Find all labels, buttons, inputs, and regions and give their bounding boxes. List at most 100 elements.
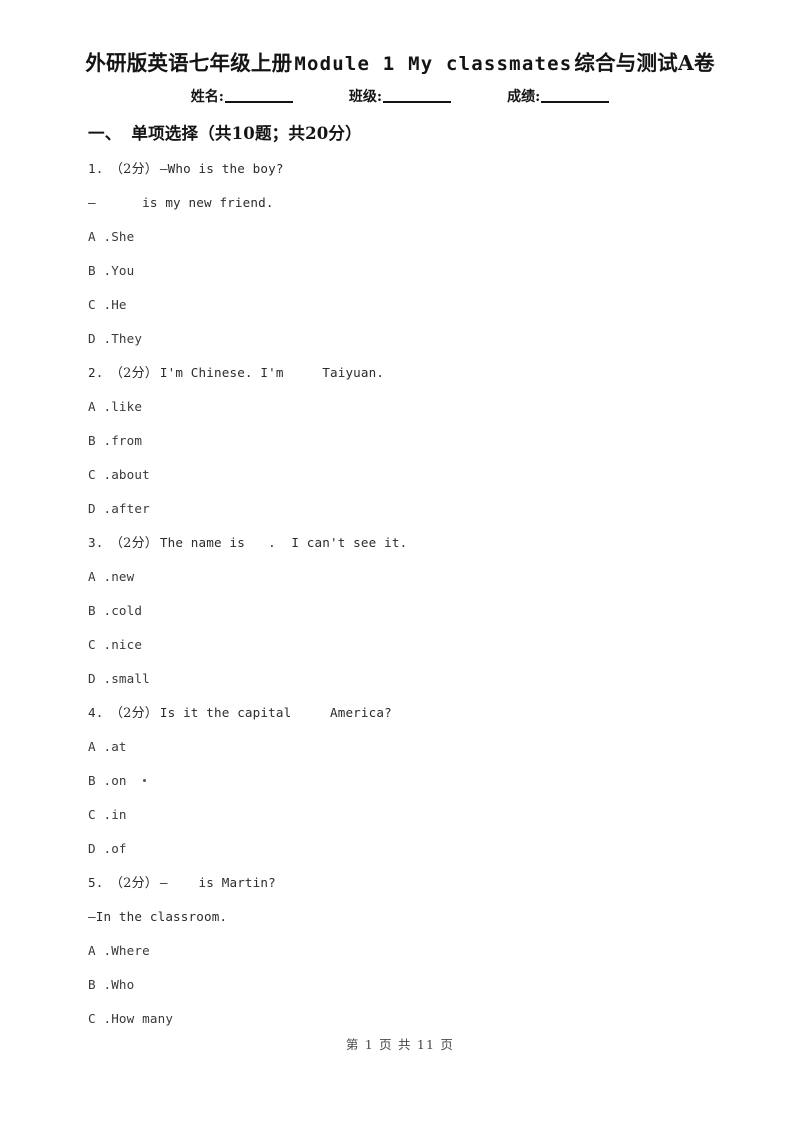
option-label: nice	[111, 637, 143, 652]
question-number: 5.	[88, 875, 104, 890]
score-label: 成绩:	[507, 89, 541, 105]
option-label: He	[111, 297, 127, 312]
scan-artifact-dot	[142, 779, 146, 782]
questions-container: 1. （2分） —Who is the boy? — is my new frien…	[88, 152, 748, 1036]
option-c[interactable]: C .How many	[88, 1002, 748, 1036]
option-label: How many	[111, 1011, 174, 1026]
section-number: 一、	[88, 124, 122, 143]
option-a[interactable]: A .at	[88, 730, 748, 764]
section-heading: 一、 单项选择（共10题；共20分）	[88, 120, 362, 144]
section-title: 单项选择（共10题；共20分）	[131, 124, 362, 143]
option-label: on	[111, 773, 127, 788]
option-label: Where	[111, 943, 150, 958]
option-key: A .	[88, 943, 112, 958]
option-a[interactable]: A .She	[88, 220, 748, 254]
title-en: Module 1 My classmates	[294, 53, 573, 75]
option-key: C .	[88, 297, 112, 312]
option-key: B .	[88, 977, 112, 992]
option-label: She	[111, 229, 135, 244]
option-key: A .	[88, 569, 112, 584]
option-key: B .	[88, 773, 112, 788]
exam-page: 外研版英语七年级上册 Module 1 My classmates综合与测试A卷 …	[0, 0, 800, 1132]
option-key: A .	[88, 399, 112, 414]
option-a[interactable]: A .new	[88, 560, 748, 594]
question-text: I'm Chinese. I'm Taiyuan.	[159, 365, 385, 380]
option-c[interactable]: C .He	[88, 288, 748, 322]
option-key: D .	[88, 501, 112, 516]
option-label: from	[111, 433, 143, 448]
option-a[interactable]: A .like	[88, 390, 748, 424]
option-key: C .	[88, 467, 112, 482]
question-marks: （2分）	[110, 536, 158, 551]
option-label: cold	[111, 603, 143, 618]
option-label: at	[111, 739, 127, 754]
student-info-line: 姓名: 班级: 成绩:	[0, 86, 800, 106]
option-key: C .	[88, 637, 112, 652]
option-label: You	[111, 263, 135, 278]
page-title: 外研版英语七年级上册 Module 1 My classmates综合与测试A卷	[0, 46, 800, 76]
question-number: 3.	[88, 535, 104, 550]
question-text: — is Martin?	[159, 875, 276, 890]
option-d[interactable]: D .small	[88, 662, 748, 696]
question-text: The name is . I can't see it.	[159, 535, 408, 550]
option-key: C .	[88, 1011, 112, 1026]
question-marks: （2分）	[110, 876, 158, 891]
question-stem: 2. （2分） I'm Chinese. I'm Taiyuan.	[88, 356, 748, 390]
question-marks: （2分）	[110, 162, 158, 177]
option-label: small	[111, 671, 150, 686]
title-cn-prefix: 外研版英语七年级上册	[85, 51, 293, 75]
question-text: —Who is the boy?	[159, 161, 284, 176]
option-label: new	[111, 569, 135, 584]
option-key: D .	[88, 841, 112, 856]
question-stem: 4. （2分） Is it the capital America?	[88, 696, 748, 730]
option-d[interactable]: D .They	[88, 322, 748, 356]
page-footer: 第 1 页 共 11 页	[345, 1037, 455, 1052]
option-c[interactable]: C .in	[88, 798, 748, 832]
question-number: 4.	[88, 705, 104, 720]
question-marks: （2分）	[110, 366, 158, 381]
name-field: 姓名:	[191, 86, 293, 106]
option-key: B .	[88, 263, 112, 278]
option-key: B .	[88, 603, 112, 618]
class-label: 班级:	[348, 89, 383, 105]
option-label: about	[111, 467, 150, 482]
option-d[interactable]: D .of	[88, 832, 748, 866]
option-label: like	[111, 399, 143, 414]
option-key: D .	[88, 671, 112, 686]
question-number: 2.	[88, 365, 104, 380]
option-label: in	[111, 807, 127, 822]
class-field: 班级:	[348, 86, 452, 106]
score-field: 成绩:	[507, 86, 610, 106]
option-label: They	[111, 331, 143, 346]
option-a[interactable]: A .Where	[88, 934, 748, 968]
option-key: B .	[88, 433, 112, 448]
title-cn-suffix: 综合与测试A卷	[574, 51, 715, 75]
question-continuation: —In the classroom.	[88, 909, 228, 924]
option-key: A .	[88, 739, 112, 754]
option-label: Who	[111, 977, 135, 992]
option-c[interactable]: C .nice	[88, 628, 748, 662]
option-b[interactable]: B .from	[88, 424, 748, 458]
question-stem: 3. （2分） The name is . I can't see it.	[88, 526, 748, 560]
option-key: C .	[88, 807, 112, 822]
name-blank[interactable]	[224, 101, 293, 103]
option-b[interactable]: B .You	[88, 254, 748, 288]
option-b[interactable]: B .Who	[88, 968, 748, 1002]
score-blank[interactable]	[541, 101, 610, 103]
question-marks: （2分）	[110, 706, 158, 721]
class-blank[interactable]	[383, 101, 452, 103]
question-text: Is it the capital America?	[159, 705, 392, 720]
option-b[interactable]: B .on	[88, 764, 748, 798]
question-continuation: — is my new friend.	[88, 195, 274, 210]
name-label: 姓名:	[190, 89, 224, 105]
question-number: 1.	[88, 161, 104, 176]
option-b[interactable]: B .cold	[88, 594, 748, 628]
option-d[interactable]: D .after	[88, 492, 748, 526]
option-key: A .	[88, 229, 112, 244]
question-stem: 1. （2分） —Who is the boy?	[88, 152, 748, 186]
option-label: after	[111, 501, 150, 516]
option-label: of	[111, 841, 127, 856]
question-stem: 5. （2分） — is Martin?	[88, 866, 748, 900]
option-key: D .	[88, 331, 112, 346]
option-c[interactable]: C .about	[88, 458, 748, 492]
